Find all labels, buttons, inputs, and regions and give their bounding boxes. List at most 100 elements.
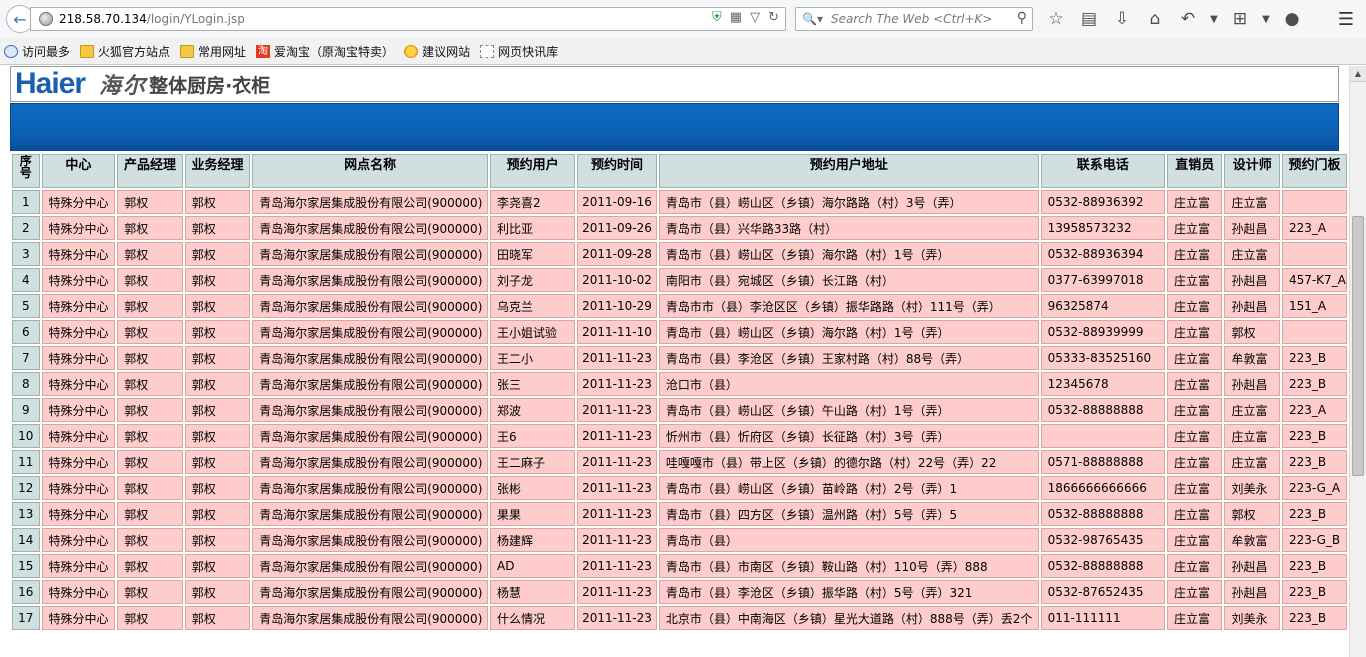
url-host: 218.58.70.134 bbox=[59, 12, 147, 26]
cell-door-panel: 223_B bbox=[1281, 554, 1347, 578]
col-header-center: 中心 bbox=[41, 154, 116, 188]
cell-product-manager: 郭权 bbox=[117, 476, 183, 500]
cell-booking-time: 2011-11-23 bbox=[577, 606, 657, 630]
site-subtitle: 整体厨房·衣柜 bbox=[149, 74, 271, 97]
bookmark-firefox-official[interactable]: 火狐官方站点 bbox=[80, 43, 170, 60]
undo-dropdown-icon[interactable]: ▼ bbox=[1207, 5, 1221, 33]
search-engine-icon[interactable]: 🔍▾ bbox=[802, 12, 823, 26]
crop-icon[interactable]: ⊞ bbox=[1226, 5, 1254, 33]
address-bar[interactable]: 218.58.70.134/login/YLogin.jsp ⛨ ▦ ▽ ↻ bbox=[30, 7, 786, 31]
cell-phone: 0377-63997018 bbox=[1040, 268, 1165, 292]
bookmark-most-visited[interactable]: 访问最多 bbox=[4, 43, 70, 60]
cell-center: 特殊分中心 bbox=[41, 268, 116, 292]
cell-booking-time: 2011-11-23 bbox=[577, 580, 657, 604]
scroll-up-icon[interactable]: ▲ bbox=[1350, 66, 1366, 82]
scroll-thumb[interactable] bbox=[1352, 216, 1364, 476]
cell-door-panel: 223_B bbox=[1281, 346, 1347, 370]
cell-business-manager: 郭权 bbox=[184, 554, 251, 578]
cell-user-address: 北京市（县）中南海区（乡镇）星光大道路（村）888号（弄）丢2个 bbox=[658, 606, 1039, 630]
cell-door-panel: 223_A bbox=[1281, 398, 1347, 422]
col-header-salesperson: 直销员 bbox=[1167, 154, 1223, 188]
cell-salesperson: 庄立富 bbox=[1167, 476, 1223, 500]
cell-user-address: 青岛市（县）市南区（乡镇）鞍山路（村）110号（弄）888 bbox=[658, 554, 1039, 578]
url-text[interactable]: 218.58.70.134/login/YLogin.jsp bbox=[59, 12, 245, 26]
dropdown-arrow-icon[interactable]: ▽ bbox=[750, 10, 760, 25]
cell-index: 13 bbox=[12, 502, 40, 526]
cell-door-panel bbox=[1281, 320, 1347, 344]
cell-index: 6 bbox=[12, 320, 40, 344]
bookmark-common-sites[interactable]: 常用网址 bbox=[180, 43, 246, 60]
hamburger-menu-icon[interactable]: ☰ bbox=[1332, 6, 1360, 32]
crop-dropdown-icon[interactable]: ▼ bbox=[1259, 5, 1273, 33]
chat-icon[interactable]: ● bbox=[1278, 5, 1306, 33]
col-header-index: 序号 bbox=[12, 154, 40, 188]
cell-door-panel: 223_B bbox=[1281, 450, 1347, 474]
cell-door-panel: 223_A bbox=[1281, 216, 1347, 240]
cell-outlet-name: 青岛海尔家居集成股份有限公司(900000) bbox=[252, 450, 488, 474]
cell-booking-user: AD bbox=[489, 554, 576, 578]
cell-center: 特殊分中心 bbox=[41, 528, 116, 552]
col-header-booking-user: 预约用户 bbox=[489, 154, 576, 188]
bookmark-suggested-sites[interactable]: 建议网站 bbox=[404, 43, 470, 60]
cell-user-address: 青岛市（县） bbox=[658, 528, 1039, 552]
vertical-scrollbar[interactable]: ▲ bbox=[1349, 66, 1366, 657]
address-bar-icons: ⛨ ▦ ▽ ↻ bbox=[712, 10, 779, 25]
shield-icon[interactable]: ⛨ bbox=[712, 10, 722, 25]
cell-phone: 0532-88936394 bbox=[1040, 242, 1165, 266]
table-row: 16 特殊分中心 郭权 郭权 青岛海尔家居集成股份有限公司(900000) 杨慧 2011-… bbox=[12, 580, 1347, 604]
cell-user-address: 青岛市（县）崂山区（乡镇）海尔路（村）1号（弄） bbox=[658, 320, 1039, 344]
table-row: 10 特殊分中心 郭权 郭权 青岛海尔家居集成股份有限公司(900000) 王6 2011-… bbox=[12, 424, 1347, 448]
cell-outlet-name: 青岛海尔家居集成股份有限公司(900000) bbox=[252, 268, 488, 292]
browser-toolbar: ← 218.58.70.134/login/YLogin.jsp ⛨ ▦ ▽ ↻… bbox=[0, 0, 1366, 38]
cell-booking-user: 张彬 bbox=[489, 476, 576, 500]
cell-center: 特殊分中心 bbox=[41, 398, 116, 422]
home-icon[interactable]: ⌂ bbox=[1141, 5, 1169, 33]
cell-phone: 0571-88888888 bbox=[1040, 450, 1165, 474]
cell-phone: 0532-88888888 bbox=[1040, 554, 1165, 578]
bulb-icon bbox=[404, 44, 419, 58]
undo-icon[interactable]: ↶ bbox=[1174, 5, 1202, 33]
cell-designer: 庄立富 bbox=[1224, 190, 1280, 214]
cell-salesperson: 庄立富 bbox=[1167, 450, 1223, 474]
bookmark-taobao[interactable]: 淘 爱淘宝（原淘宝特卖） bbox=[256, 43, 394, 60]
cell-salesperson: 庄立富 bbox=[1167, 268, 1223, 292]
table-row: 14 特殊分中心 郭权 郭权 青岛海尔家居集成股份有限公司(900000) 杨建辉 2011… bbox=[12, 528, 1347, 552]
search-bar[interactable]: 🔍▾ Search The Web <Ctrl+K> ⚲ bbox=[795, 7, 1033, 31]
cell-phone: 011-111111 bbox=[1040, 606, 1165, 630]
cell-user-address: 青岛市（县）李沧区（乡镇）王家村路（村）88号（弄） bbox=[658, 346, 1039, 370]
reading-list-icon[interactable]: ▤ bbox=[1075, 5, 1103, 33]
cell-designer: 孙赳昌 bbox=[1224, 580, 1280, 604]
cell-product-manager: 郭权 bbox=[117, 606, 183, 630]
cell-center: 特殊分中心 bbox=[41, 580, 116, 604]
most-visited-icon bbox=[4, 44, 18, 58]
cell-business-manager: 郭权 bbox=[184, 268, 251, 292]
bookmark-web-slice[interactable]: 网页快讯库 bbox=[480, 43, 558, 60]
cell-outlet-name: 青岛海尔家居集成股份有限公司(900000) bbox=[252, 372, 488, 396]
table-row: 1 特殊分中心 郭权 郭权 青岛海尔家居集成股份有限公司(900000) 李尧喜2 2011… bbox=[12, 190, 1347, 214]
bookmark-label: 网页快讯库 bbox=[498, 44, 559, 59]
cell-product-manager: 郭权 bbox=[117, 528, 183, 552]
search-go-icon[interactable]: ⚲ bbox=[1017, 10, 1027, 26]
reload-icon[interactable]: ↻ bbox=[768, 10, 779, 25]
bookmark-star-icon[interactable]: ☆ bbox=[1042, 5, 1070, 33]
bookmark-label: 访问最多 bbox=[22, 44, 71, 59]
cell-booking-time: 2011-10-02 bbox=[577, 268, 657, 292]
download-icon[interactable]: ⇩ bbox=[1108, 5, 1136, 33]
cell-center: 特殊分中心 bbox=[41, 554, 116, 578]
cell-booking-user: 果果 bbox=[489, 502, 576, 526]
cell-center: 特殊分中心 bbox=[41, 502, 116, 526]
cell-index: 3 bbox=[12, 242, 40, 266]
cell-index: 4 bbox=[12, 268, 40, 292]
cell-index: 8 bbox=[12, 372, 40, 396]
cell-designer: 孙赳昌 bbox=[1224, 294, 1280, 318]
cell-salesperson: 庄立富 bbox=[1167, 424, 1223, 448]
cell-phone: 05333-83525160 bbox=[1040, 346, 1165, 370]
cell-booking-user: 田晓军 bbox=[489, 242, 576, 266]
cell-business-manager: 郭权 bbox=[184, 320, 251, 344]
cell-booking-time: 2011-11-23 bbox=[577, 346, 657, 370]
cell-designer: 刘美永 bbox=[1224, 606, 1280, 630]
cell-door-panel: 223_B bbox=[1281, 606, 1347, 630]
bookmarks-bar: 访问最多 火狐官方站点 常用网址 淘 爱淘宝（原淘宝特卖） 建议网站 网页快讯库 bbox=[0, 38, 1366, 65]
cell-index: 1 bbox=[12, 190, 40, 214]
qr-code-icon[interactable]: ▦ bbox=[730, 10, 742, 25]
